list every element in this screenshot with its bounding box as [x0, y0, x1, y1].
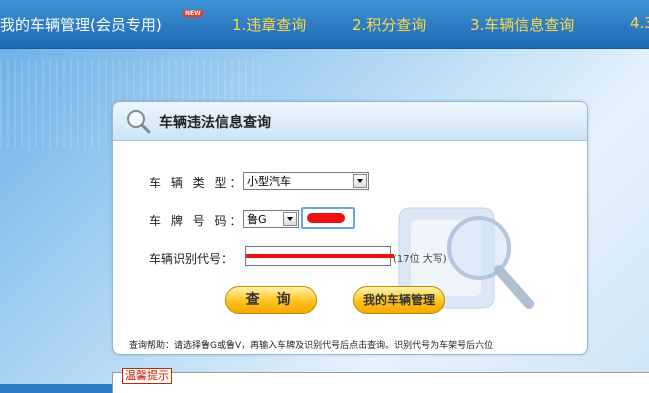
vin-input[interactable] [245, 246, 394, 266]
nav-points-query[interactable]: 2.积分查询 [352, 14, 426, 35]
query-button[interactable]: 查 询 [225, 286, 317, 314]
chevron-down-icon[interactable] [353, 174, 367, 188]
vin-hint: (17位 大写) [393, 254, 447, 265]
query-help-text: 查询帮助：请选择鲁G或鲁V，再输入车牌及识别代号后点击查询。识别代号为车架号后六… [129, 341, 494, 351]
nav-violation-query[interactable]: 1.违章查询 [232, 14, 306, 35]
redaction-mark [246, 254, 394, 258]
card-title: 车辆违法信息查询 [159, 115, 271, 131]
nav-brand[interactable]: 我的车辆管理(会员专用) [0, 14, 162, 35]
vin-label: 车辆识别代号： [149, 252, 234, 266]
plate-number-input[interactable] [301, 207, 355, 229]
nav-item-4[interactable]: 4.3 [630, 14, 649, 32]
vehicle-type-label: 车 辆 类 型： [149, 176, 245, 190]
tip-panel [112, 372, 649, 393]
vehicle-type-value: 小型汽车 [247, 175, 291, 188]
top-nav: 我的车辆管理(会员专用) NEW 1.违章查询 2.积分查询 3.车辆信息查询 … [0, 0, 649, 49]
plate-province-select[interactable]: 鲁G [243, 210, 299, 228]
redaction-mark [307, 213, 345, 223]
magnifier-icon [127, 110, 151, 134]
new-badge: NEW [183, 10, 203, 17]
tip-tab[interactable]: 温馨提示 [122, 368, 172, 384]
watermark: Bai 经验 [500, 326, 583, 350]
vehicle-type-select[interactable]: 小型汽车 [243, 172, 369, 190]
card-header: 车辆违法信息查询 [113, 102, 587, 141]
violation-query-card: 车辆违法信息查询 车 辆 类 型： 小型汽车 车 牌 号 码： 鲁G 车辆识别代… [112, 101, 588, 355]
chevron-down-icon[interactable] [283, 212, 297, 226]
my-vehicles-button[interactable]: 我的车辆管理 [353, 286, 445, 314]
plate-province-value: 鲁G [247, 213, 267, 226]
nav-vehicle-info-query[interactable]: 3.车辆信息查询 [470, 14, 574, 35]
plate-label: 车 牌 号 码： [149, 214, 245, 228]
